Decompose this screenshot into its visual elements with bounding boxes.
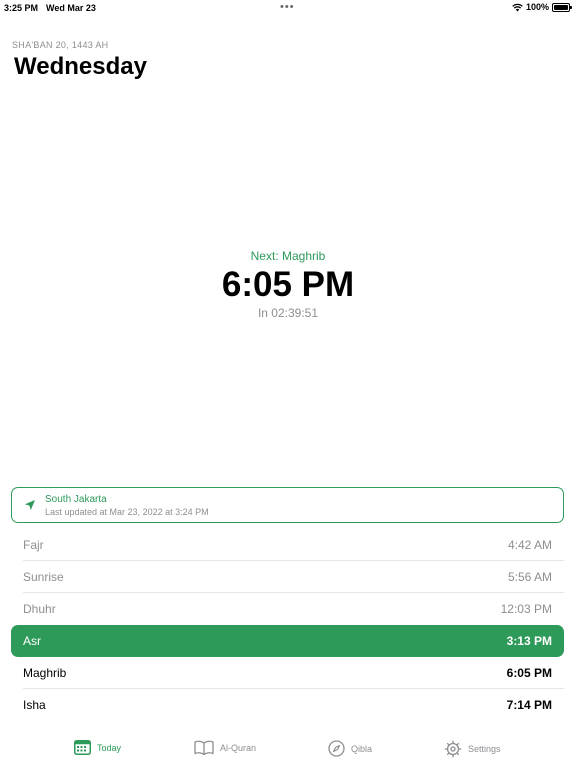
prayer-times-list: Fajr 4:42 AM Sunrise 5:56 AM Dhuhr 12:03… <box>11 529 564 721</box>
compass-icon <box>328 740 345 757</box>
tab-today[interactable]: Today <box>74 740 121 755</box>
prayer-time: 3:13 PM <box>506 634 552 648</box>
tab-label: Al-Quran <box>220 742 257 753</box>
status-bar: 3:25 PM Wed Mar 23 ••• 100% <box>0 0 576 16</box>
next-prayer-time: 6:05 PM <box>221 265 355 304</box>
status-time: 3:25 PM <box>4 3 39 13</box>
tab-settings[interactable]: Settings <box>444 740 501 758</box>
prayer-time: 6:05 PM <box>506 666 552 680</box>
location-arrow-icon <box>25 500 35 510</box>
location-name: South Jakarta <box>45 494 107 505</box>
tab-label: Settings <box>468 744 501 754</box>
tab-label: Qibla <box>351 743 373 754</box>
status-date: Wed Mar 23 <box>46 3 96 13</box>
location-card[interactable]: South Jakarta Last updated at Mar 23, 20… <box>11 487 564 523</box>
prayer-name: Isha <box>23 698 46 712</box>
prayer-time: 4:42 AM <box>507 538 552 552</box>
next-prayer-label: Next: Maghrib <box>250 249 326 263</box>
prayer-time: 7:14 PM <box>506 698 552 712</box>
next-prayer-countdown: In 02:39:51 <box>257 306 319 320</box>
prayer-time: 12:03 PM <box>500 602 552 616</box>
multitasking-dots[interactable]: ••• <box>280 1 295 13</box>
location-updated: Last updated at Mar 23, 2022 at 3:24 PM <box>45 507 209 517</box>
calendar-icon <box>74 740 91 755</box>
tab-bar: Today Al-Quran Qibla Settings <box>0 735 576 768</box>
prayer-name: Sunrise <box>23 570 64 584</box>
prayer-name: Dhuhr <box>23 602 56 616</box>
prayer-row-isha[interactable]: Isha 7:14 PM <box>11 689 564 721</box>
wifi-icon <box>512 3 523 11</box>
prayer-row-dhuhr[interactable]: Dhuhr 12:03 PM <box>11 593 564 625</box>
prayer-name: Fajr <box>23 538 44 552</box>
tab-qibla[interactable]: Qibla <box>328 740 372 757</box>
prayer-row-fajr[interactable]: Fajr 4:42 AM <box>11 529 564 561</box>
book-icon <box>194 740 214 755</box>
prayer-row-asr[interactable]: Asr 3:13 PM <box>11 625 564 657</box>
hijri-date: SHA'BAN 20, 1443 AH <box>12 40 109 50</box>
prayer-name: Maghrib <box>23 666 67 680</box>
battery-icon <box>552 2 572 12</box>
tab-label: Today <box>97 742 122 753</box>
prayer-name: Asr <box>23 634 41 648</box>
tab-al-quran[interactable]: Al-Quran <box>194 740 256 755</box>
status-right: 100% <box>512 2 572 12</box>
prayer-time: 5:56 AM <box>507 570 552 584</box>
page-title: Wednesday <box>14 53 147 80</box>
prayer-row-maghrib[interactable]: Maghrib 6:05 PM <box>11 657 564 689</box>
battery-percent: 100% <box>525 2 549 12</box>
gear-icon <box>444 740 462 758</box>
prayer-row-sunrise[interactable]: Sunrise 5:56 AM <box>11 561 564 593</box>
